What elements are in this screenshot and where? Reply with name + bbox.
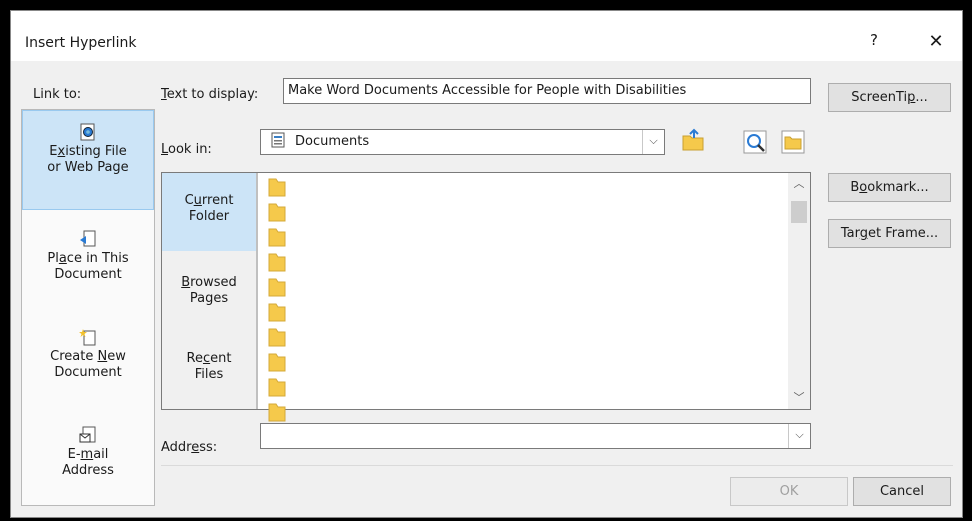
- folder-icon[interactable]: [268, 327, 286, 347]
- browse-file-button[interactable]: [779, 128, 807, 156]
- folder-icon[interactable]: [268, 177, 286, 197]
- new-document-icon: [79, 329, 96, 346]
- bookmark-button[interactable]: Bookmark...: [828, 173, 951, 202]
- folder-icon[interactable]: [268, 302, 286, 322]
- documents-folder-icon: [271, 132, 285, 148]
- scroll-up-icon[interactable]: ︿: [788, 175, 810, 193]
- scroll-down-icon[interactable]: ﹀: [788, 389, 810, 407]
- folder-icon[interactable]: [268, 277, 286, 297]
- address-input[interactable]: ⌵: [260, 423, 811, 449]
- browse-panel: Current Folder Browsed Pages Recent File…: [161, 172, 811, 422]
- help-button[interactable]: ?: [864, 31, 884, 55]
- address-label: Address:: [161, 440, 218, 455]
- chevron-down-icon[interactable]: ⌵: [642, 130, 664, 154]
- link-to-bar: Existing File or Web Page Place in This …: [21, 109, 155, 506]
- open-folder-icon: [781, 130, 805, 154]
- text-to-display-label: Text to display:: [161, 87, 259, 102]
- browse-tabs: Current Folder Browsed Pages Recent File…: [162, 173, 258, 409]
- cancel-button[interactable]: Cancel: [853, 477, 951, 506]
- browse-web-button[interactable]: [741, 128, 769, 156]
- look-in-select[interactable]: Documents ⌵: [260, 129, 665, 155]
- link-existing-file-or-web-page[interactable]: Existing File or Web Page: [22, 110, 154, 210]
- folder-icon[interactable]: [268, 352, 286, 372]
- tab-recent-files[interactable]: Recent Files: [162, 337, 256, 409]
- folder-icon[interactable]: [268, 202, 286, 222]
- look-in-value: Documents: [295, 134, 370, 149]
- title-bar: Insert Hyperlink ? ✕: [11, 11, 962, 61]
- place-in-document-icon: [80, 230, 96, 247]
- text-to-display-input[interactable]: Make Word Documents Accessible for Peopl…: [283, 78, 811, 104]
- scroll-thumb[interactable]: [791, 201, 807, 223]
- up-one-folder-button[interactable]: [679, 128, 707, 156]
- email-icon: [79, 426, 96, 443]
- up-folder-icon: [682, 128, 704, 151]
- tab-browsed-pages[interactable]: Browsed Pages: [162, 257, 256, 335]
- link-to-label: Link to:: [33, 87, 82, 102]
- vertical-scrollbar[interactable]: ︿ ﹀: [788, 173, 810, 409]
- folder-icon[interactable]: [268, 377, 286, 397]
- ok-button[interactable]: OK: [730, 477, 848, 506]
- browse-web-icon: [743, 130, 767, 154]
- insert-hyperlink-dialog: Insert Hyperlink ? ✕ Link to: Existing F…: [10, 10, 963, 518]
- screentip-button[interactable]: ScreenTip...: [828, 83, 951, 112]
- target-frame-button[interactable]: Target Frame...: [828, 219, 951, 248]
- folder-icon[interactable]: [268, 402, 286, 422]
- folder-icon[interactable]: [268, 252, 286, 272]
- chevron-down-icon[interactable]: ⌵: [788, 424, 810, 448]
- tab-current-folder[interactable]: Current Folder: [162, 173, 256, 251]
- link-email-address[interactable]: E-mail Address: [22, 418, 154, 498]
- look-in-label: Look in:: [161, 142, 212, 157]
- folder-icon[interactable]: [268, 227, 286, 247]
- web-page-icon: [80, 123, 95, 141]
- dialog-title: Insert Hyperlink: [25, 35, 137, 51]
- close-icon[interactable]: ✕: [923, 31, 949, 55]
- link-place-in-this-document[interactable]: Place in This Document: [22, 222, 154, 302]
- link-create-new-document[interactable]: Create New Document: [22, 320, 154, 400]
- file-list[interactable]: [262, 173, 788, 422]
- divider: [161, 465, 953, 466]
